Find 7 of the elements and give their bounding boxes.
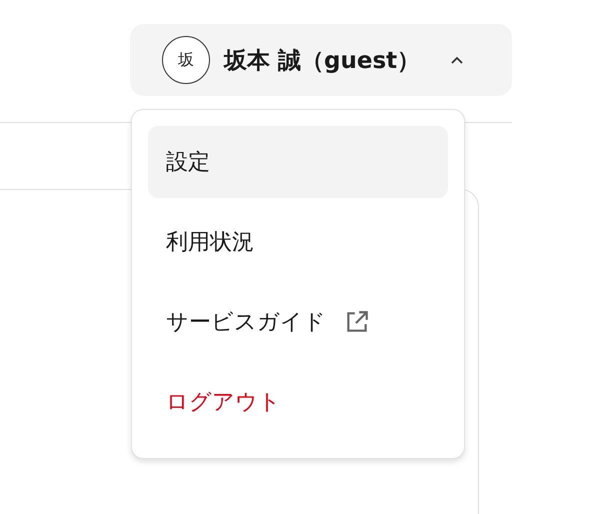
menu-item[interactable]: ログアウト xyxy=(148,366,448,438)
user-name: 坂本 誠（guest） xyxy=(224,46,420,76)
user-menu-button[interactable]: 坂 坂本 誠（guest） xyxy=(130,24,512,96)
menu-item[interactable]: 設定 xyxy=(148,126,448,198)
menu-item[interactable]: サービスガイド xyxy=(148,286,448,358)
menu-item[interactable]: 利用状況 xyxy=(148,206,448,278)
user-avatar: 坂 xyxy=(162,36,210,84)
